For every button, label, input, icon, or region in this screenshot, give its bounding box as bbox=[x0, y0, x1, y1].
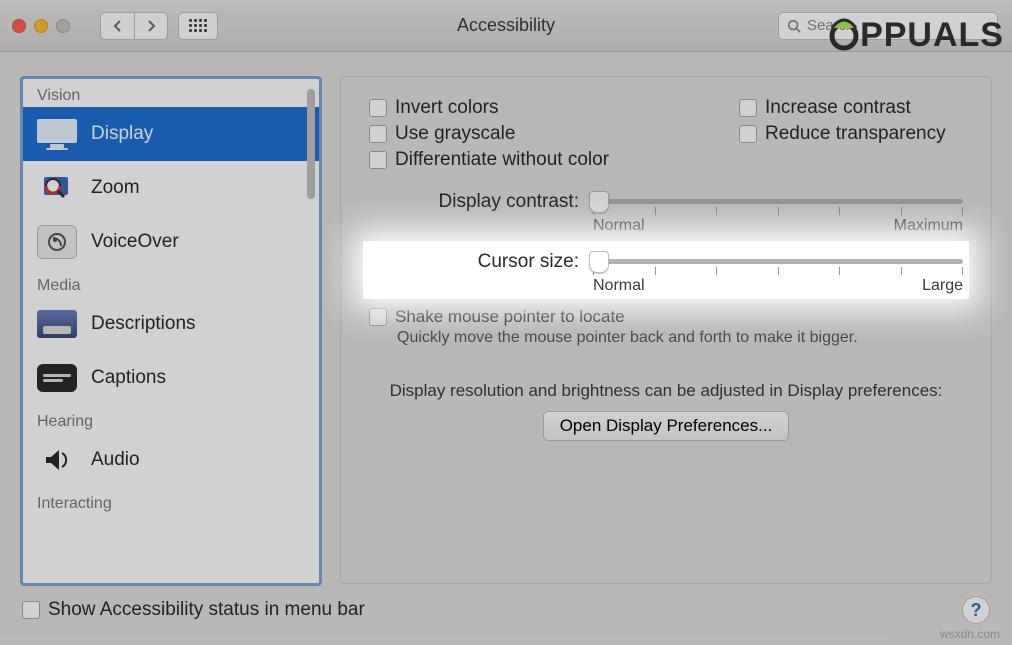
sidebar-item-descriptions[interactable]: Descriptions bbox=[23, 297, 319, 351]
display-icon bbox=[37, 116, 77, 152]
checkbox-label: Use grayscale bbox=[395, 123, 515, 145]
checkbox-shake-locate[interactable]: Shake mouse pointer to locate bbox=[369, 307, 963, 327]
sidebar-item-label: Captions bbox=[91, 367, 166, 389]
sidebar-item-label: Zoom bbox=[91, 177, 140, 199]
sidebar-item-label: Descriptions bbox=[91, 313, 196, 335]
grid-icon bbox=[189, 19, 207, 32]
cursor-size-slider[interactable]: Normal Large bbox=[593, 249, 963, 297]
checkbox-label: Show Accessibility status in menu bar bbox=[48, 599, 365, 621]
checkbox-use-grayscale[interactable]: Use grayscale bbox=[369, 123, 729, 145]
sidebar-item-label: Audio bbox=[91, 449, 140, 471]
back-button[interactable] bbox=[100, 12, 134, 40]
sidebar-item-captions[interactable]: Captions bbox=[23, 351, 319, 405]
shake-hint: Quickly move the mouse pointer back and … bbox=[369, 329, 963, 347]
sidebar-section-interacting: Interacting bbox=[23, 487, 319, 515]
checkbox-icon bbox=[22, 601, 40, 619]
checkbox-icon bbox=[739, 125, 757, 143]
forward-button[interactable] bbox=[134, 12, 168, 40]
help-icon: ? bbox=[971, 600, 982, 621]
sidebar-item-label: VoiceOver bbox=[91, 231, 179, 253]
checkbox-invert-colors[interactable]: Invert colors bbox=[369, 97, 729, 119]
watermark-logo: PPUALS bbox=[824, 16, 1004, 55]
help-button[interactable]: ? bbox=[962, 596, 990, 624]
sidebar-item-label: Display bbox=[91, 123, 153, 145]
checkbox-label: Invert colors bbox=[395, 97, 498, 119]
descriptions-icon bbox=[37, 306, 77, 342]
display-contrast-label: Display contrast: bbox=[409, 189, 579, 213]
show-all-button[interactable] bbox=[178, 12, 218, 40]
sidebar-section-media: Media bbox=[23, 269, 319, 297]
resolution-note: Display resolution and brightness can be… bbox=[369, 381, 963, 401]
slider-thumb-icon bbox=[589, 191, 609, 213]
window-zoom-button[interactable] bbox=[56, 19, 70, 33]
checkbox-label: Reduce transparency bbox=[765, 123, 946, 145]
checkbox-increase-contrast[interactable]: Increase contrast bbox=[739, 97, 963, 119]
checkbox-differentiate[interactable]: Differentiate without color bbox=[369, 149, 963, 171]
checkbox-label: Increase contrast bbox=[765, 97, 911, 119]
slider-max-label: Maximum bbox=[894, 217, 963, 235]
chevron-right-icon bbox=[146, 20, 156, 32]
cursor-size-label: Cursor size: bbox=[409, 249, 579, 273]
audio-icon bbox=[37, 442, 77, 478]
settings-panel: Invert colors Increase contrast Use gray… bbox=[340, 76, 992, 584]
checkbox-icon bbox=[369, 99, 387, 117]
sidebar-scrollbar[interactable] bbox=[307, 89, 315, 199]
window-close-button[interactable] bbox=[12, 19, 26, 33]
watermark-credit: wsxdn.com bbox=[940, 627, 1000, 641]
checkbox-reduce-transparency[interactable]: Reduce transparency bbox=[739, 123, 963, 145]
checkbox-icon bbox=[369, 308, 387, 326]
search-icon bbox=[787, 19, 801, 33]
sidebar-item-display[interactable]: Display bbox=[23, 107, 319, 161]
sidebar-section-hearing: Hearing bbox=[23, 405, 319, 433]
slider-min-label: Normal bbox=[593, 277, 645, 295]
window-minimize-button[interactable] bbox=[34, 19, 48, 33]
voiceover-icon bbox=[37, 224, 77, 260]
slider-thumb-icon bbox=[589, 251, 609, 273]
cursor-size-highlight: Cursor size: Normal Large bbox=[363, 241, 969, 299]
sidebar-item-audio[interactable]: Audio bbox=[23, 433, 319, 487]
button-label: Open Display Preferences... bbox=[560, 416, 773, 435]
zoom-icon bbox=[37, 170, 77, 206]
captions-icon bbox=[37, 360, 77, 396]
slider-min-label: Normal bbox=[593, 217, 645, 235]
checkbox-label: Differentiate without color bbox=[395, 149, 609, 171]
watermark-text: PPUALS bbox=[860, 16, 1004, 55]
open-display-preferences-button[interactable]: Open Display Preferences... bbox=[543, 411, 790, 441]
slider-max-label: Large bbox=[922, 277, 963, 295]
chevron-left-icon bbox=[113, 20, 123, 32]
checkbox-show-status-menubar[interactable]: Show Accessibility status in menu bar bbox=[22, 599, 365, 621]
checkbox-icon bbox=[369, 125, 387, 143]
checkbox-label: Shake mouse pointer to locate bbox=[395, 307, 625, 327]
display-contrast-row: Display contrast: Normal Maximum bbox=[369, 189, 963, 237]
checkbox-icon bbox=[739, 99, 757, 117]
checkbox-icon bbox=[369, 151, 387, 169]
sidebar-section-vision: Vision bbox=[23, 79, 319, 107]
display-contrast-slider[interactable]: Normal Maximum bbox=[593, 189, 963, 237]
sidebar-item-voiceover[interactable]: VoiceOver bbox=[23, 215, 319, 269]
sidebar: Vision Display Zoom VoiceOver Media bbox=[20, 76, 322, 586]
sidebar-item-zoom[interactable]: Zoom bbox=[23, 161, 319, 215]
